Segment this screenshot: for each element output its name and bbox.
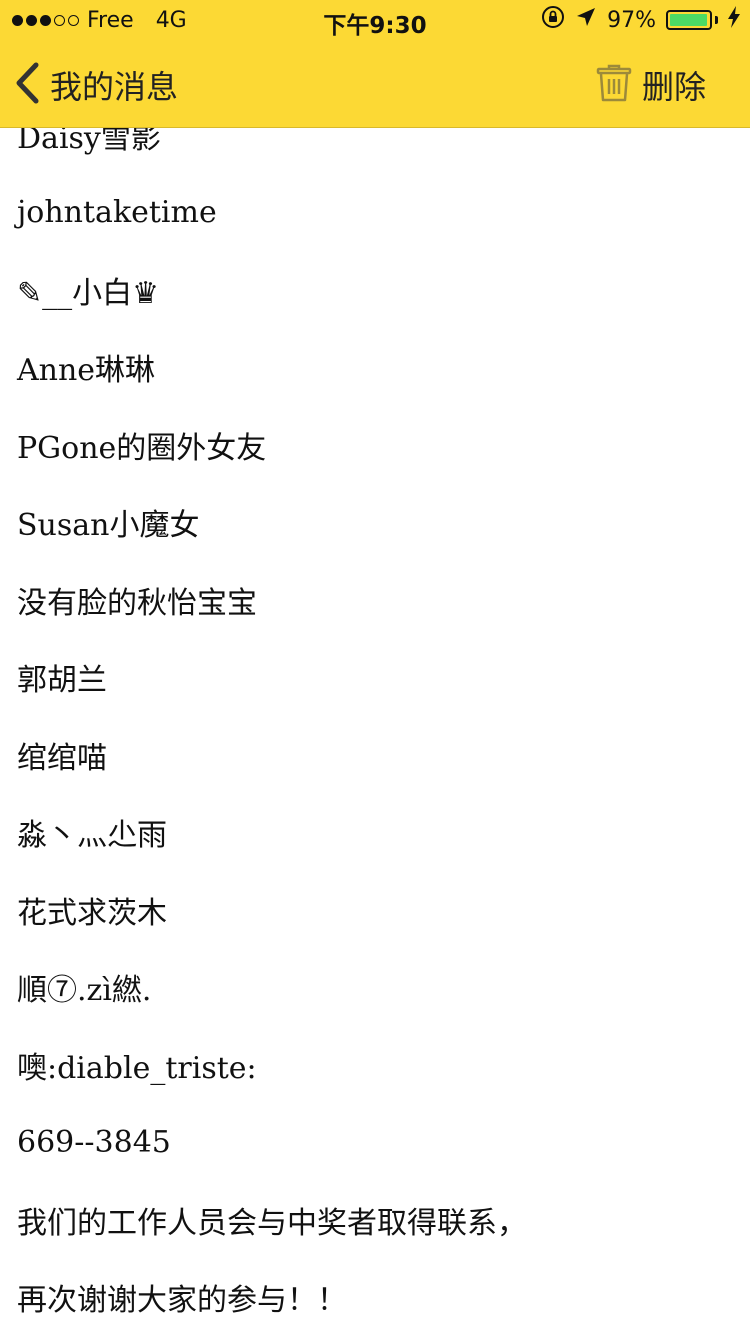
list-item: 淼丶灬尐雨 <box>17 818 167 854</box>
list-item: 郭胡兰 <box>17 663 107 699</box>
list-item: 順⑦.zì繎. <box>17 973 152 1009</box>
status-right: 97% <box>541 6 740 34</box>
list-item: PGone的圈外女友 <box>17 430 267 466</box>
status-bar: Free 4G 下午9:30 97% <box>0 0 750 40</box>
screen: Daisy雪影 johntaketime ✎__小白♛ Anne琳琳 PGone… <box>0 0 750 1334</box>
list-item: 噢:diable_triste: <box>17 1050 257 1086</box>
battery-icon <box>666 10 718 30</box>
header: Free 4G 下午9:30 97% 我的消息 删除 <box>0 0 750 128</box>
location-arrow-icon <box>575 6 597 34</box>
back-button[interactable]: 我的消息 <box>14 62 178 108</box>
list-item: Anne琳琳 <box>17 353 156 389</box>
list-item: Susan小魔女 <box>17 508 200 544</box>
charging-bolt-icon <box>728 6 740 34</box>
delete-button[interactable]: 删除 <box>596 62 706 108</box>
message-list[interactable]: Daisy雪影 johntaketime ✎__小白♛ Anne琳琳 PGone… <box>0 96 750 1334</box>
list-item: johntaketime <box>17 194 217 230</box>
list-item: 再次谢谢大家的参与！！ <box>17 1283 347 1319</box>
list-item: 没有脸的秋怡宝宝 <box>17 585 257 621</box>
list-item: 绾绾喵 <box>17 740 107 776</box>
list-item: 669--3845 <box>17 1124 171 1160</box>
orientation-lock-icon <box>541 5 565 35</box>
page-title: 我的消息 <box>50 68 179 106</box>
delete-label: 删除 <box>641 68 706 106</box>
trash-icon <box>596 63 632 107</box>
list-item: 我们的工作人员会与中奖者取得联系， <box>17 1205 527 1241</box>
battery-percent: 97% <box>607 7 656 33</box>
list-item: 花式求茨木 <box>17 895 167 931</box>
nav-bar: 我的消息 删除 <box>0 40 750 128</box>
chevron-left-icon <box>14 62 40 108</box>
list-item: ✎__小白♛ <box>17 275 160 311</box>
